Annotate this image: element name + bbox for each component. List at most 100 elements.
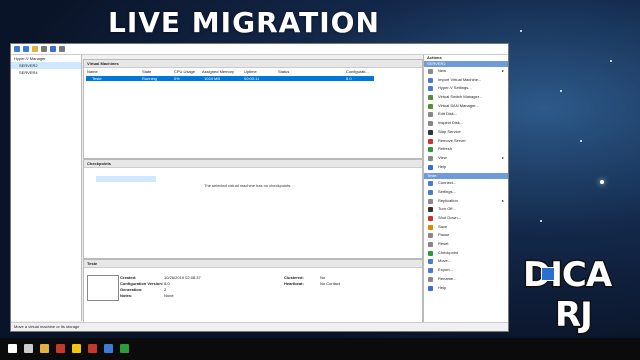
checkpoint-selection[interactable] xyxy=(96,176,156,182)
vm-thumbnail[interactable] xyxy=(87,275,119,301)
dica-rj-logo: DICA RJ xyxy=(515,254,625,345)
action-label: Stop Service xyxy=(438,128,461,134)
action-item-export[interactable]: Export... xyxy=(424,266,508,275)
action-item-turn-off[interactable]: Turn Off... xyxy=(424,205,508,214)
column-header[interactable]: Status xyxy=(278,69,289,75)
action-item-settings[interactable]: Hyper-V Settings... xyxy=(424,84,508,93)
app-icon[interactable] xyxy=(72,344,81,353)
folder-icon[interactable] xyxy=(40,344,49,353)
search-icon[interactable] xyxy=(24,344,33,353)
column-header[interactable]: Uptime xyxy=(244,69,257,75)
checkpoint-icon xyxy=(428,250,433,256)
action-item-help[interactable]: Help xyxy=(424,163,508,172)
server-manager-icon[interactable] xyxy=(104,344,113,353)
action-label: Checkpoint xyxy=(438,249,459,255)
action-item-inspect-disk[interactable]: Inspect Disk... xyxy=(424,119,508,128)
banner-title: LIVE MIGRATION xyxy=(108,6,380,39)
vm-memory: 1024 MB xyxy=(204,76,221,81)
column-header[interactable]: State xyxy=(142,69,151,75)
panel-title: Virtual Machines xyxy=(84,60,422,68)
vm-name: Teste xyxy=(92,76,102,81)
action-item-connect[interactable]: Connect... xyxy=(424,179,508,188)
navigation-tree: Hyper-V Manager SERVER2 SERVER4 xyxy=(11,55,82,321)
action-item-new[interactable]: New ▸ xyxy=(424,67,508,76)
action-label: New xyxy=(438,68,447,73)
action-item-move[interactable]: Move... xyxy=(424,257,508,266)
action-item-refresh[interactable]: Refresh xyxy=(424,145,508,154)
connect-icon xyxy=(428,181,433,187)
vm-row[interactable]: Teste Running 0% 1024 MB 00:00:11 8.0 xyxy=(86,76,374,81)
browser-icon[interactable] xyxy=(56,344,65,353)
action-item-remove[interactable]: Remove Server xyxy=(424,137,508,146)
tree-root[interactable]: Hyper-V Manager xyxy=(11,55,81,62)
action-item-pause[interactable]: Pause xyxy=(424,231,508,240)
vm-state: Running xyxy=(142,76,157,81)
action-item-view[interactable]: View ▸ xyxy=(424,154,508,163)
details-panel: Teste Created: 10/26/2019 02:08:37 Confi… xyxy=(83,259,423,331)
shut-down-icon xyxy=(428,216,433,221)
action-label: Hyper-V Settings... xyxy=(438,85,472,91)
action-item-reset[interactable]: Reset xyxy=(424,240,508,249)
action-item-san[interactable]: Virtual SAN Manager... xyxy=(424,102,508,111)
edit-disk-icon xyxy=(428,112,433,118)
tree-server-item[interactable]: SERVER4 xyxy=(11,69,81,76)
back-icon[interactable] xyxy=(14,46,20,52)
toolbar xyxy=(11,44,508,55)
forward-icon[interactable] xyxy=(23,46,29,52)
notes-value: None xyxy=(164,293,174,298)
taskbar xyxy=(0,338,640,360)
turn-off-icon xyxy=(428,207,433,213)
action-label: Reset xyxy=(438,241,449,247)
stop-icon xyxy=(428,129,433,135)
app-icon[interactable] xyxy=(88,344,97,353)
column-header[interactable]: Configurati... xyxy=(346,69,369,75)
tree-server-item[interactable]: SERVER2 xyxy=(11,62,81,69)
column-header[interactable]: Assigned Memory xyxy=(202,69,234,75)
grid-icon[interactable] xyxy=(41,46,47,52)
action-item-checkpoint[interactable]: Checkpoint xyxy=(424,249,508,258)
logo-line-2: RJ xyxy=(554,294,595,337)
action-item-switch[interactable]: Virtual Switch Manager... xyxy=(424,93,508,102)
inspect-disk-icon xyxy=(428,121,433,127)
column-header[interactable]: CPU Usage xyxy=(174,69,195,75)
move-icon xyxy=(428,259,433,265)
logo-line-1: DICA xyxy=(521,254,613,297)
action-item-shut-down[interactable]: Shut Down... xyxy=(424,214,508,223)
created-value: 10/26/2019 02:08:37 xyxy=(164,275,201,280)
submenu-arrow-icon: ▸ xyxy=(501,154,504,160)
action-label: Move... xyxy=(438,258,452,264)
submenu-arrow-icon: ▸ xyxy=(501,197,504,203)
vm-column-headers: Name State CPU Usage Assigned Memory Upt… xyxy=(84,69,422,75)
action-label: Import Virtual Machine... xyxy=(438,76,482,82)
action-item-stop[interactable]: Stop Service xyxy=(424,128,508,137)
action-label: Settings... xyxy=(438,188,456,194)
action-item-replication[interactable]: Replication ▸ xyxy=(424,197,508,206)
switch-icon xyxy=(428,95,433,101)
panel-icon[interactable] xyxy=(59,46,65,52)
clustered-value: No xyxy=(320,275,326,280)
generation-label: Generation: xyxy=(120,287,143,292)
heartbeat-label: Heartbeat: xyxy=(284,281,304,286)
action-item-rename[interactable]: Rename... xyxy=(424,275,508,284)
help-icon[interactable] xyxy=(50,46,56,52)
action-item-help[interactable]: Help xyxy=(424,284,508,293)
action-item-import[interactable]: Import Virtual Machine... xyxy=(424,76,508,85)
save-icon xyxy=(428,224,433,230)
action-item-settings[interactable]: Settings... xyxy=(424,188,508,197)
import-icon xyxy=(428,77,433,83)
action-label: Help xyxy=(438,284,447,290)
column-header[interactable]: Name xyxy=(87,69,98,75)
remove-icon xyxy=(428,138,433,144)
action-label: Save xyxy=(438,223,448,229)
checkpoints-panel: Checkpoints The selected virtual machine… xyxy=(83,159,423,259)
panel-title: Teste xyxy=(84,260,422,268)
action-item-save[interactable]: Save xyxy=(424,223,508,232)
start-icon[interactable] xyxy=(8,344,17,353)
logo-flag-icon xyxy=(541,267,555,281)
help-icon xyxy=(428,285,433,291)
heartbeat-value: No Contact xyxy=(320,281,341,286)
folder-icon[interactable] xyxy=(32,46,38,52)
action-item-edit-disk[interactable]: Edit Disk... xyxy=(424,110,508,119)
reset-icon xyxy=(428,242,433,248)
app-icon[interactable] xyxy=(120,344,129,353)
